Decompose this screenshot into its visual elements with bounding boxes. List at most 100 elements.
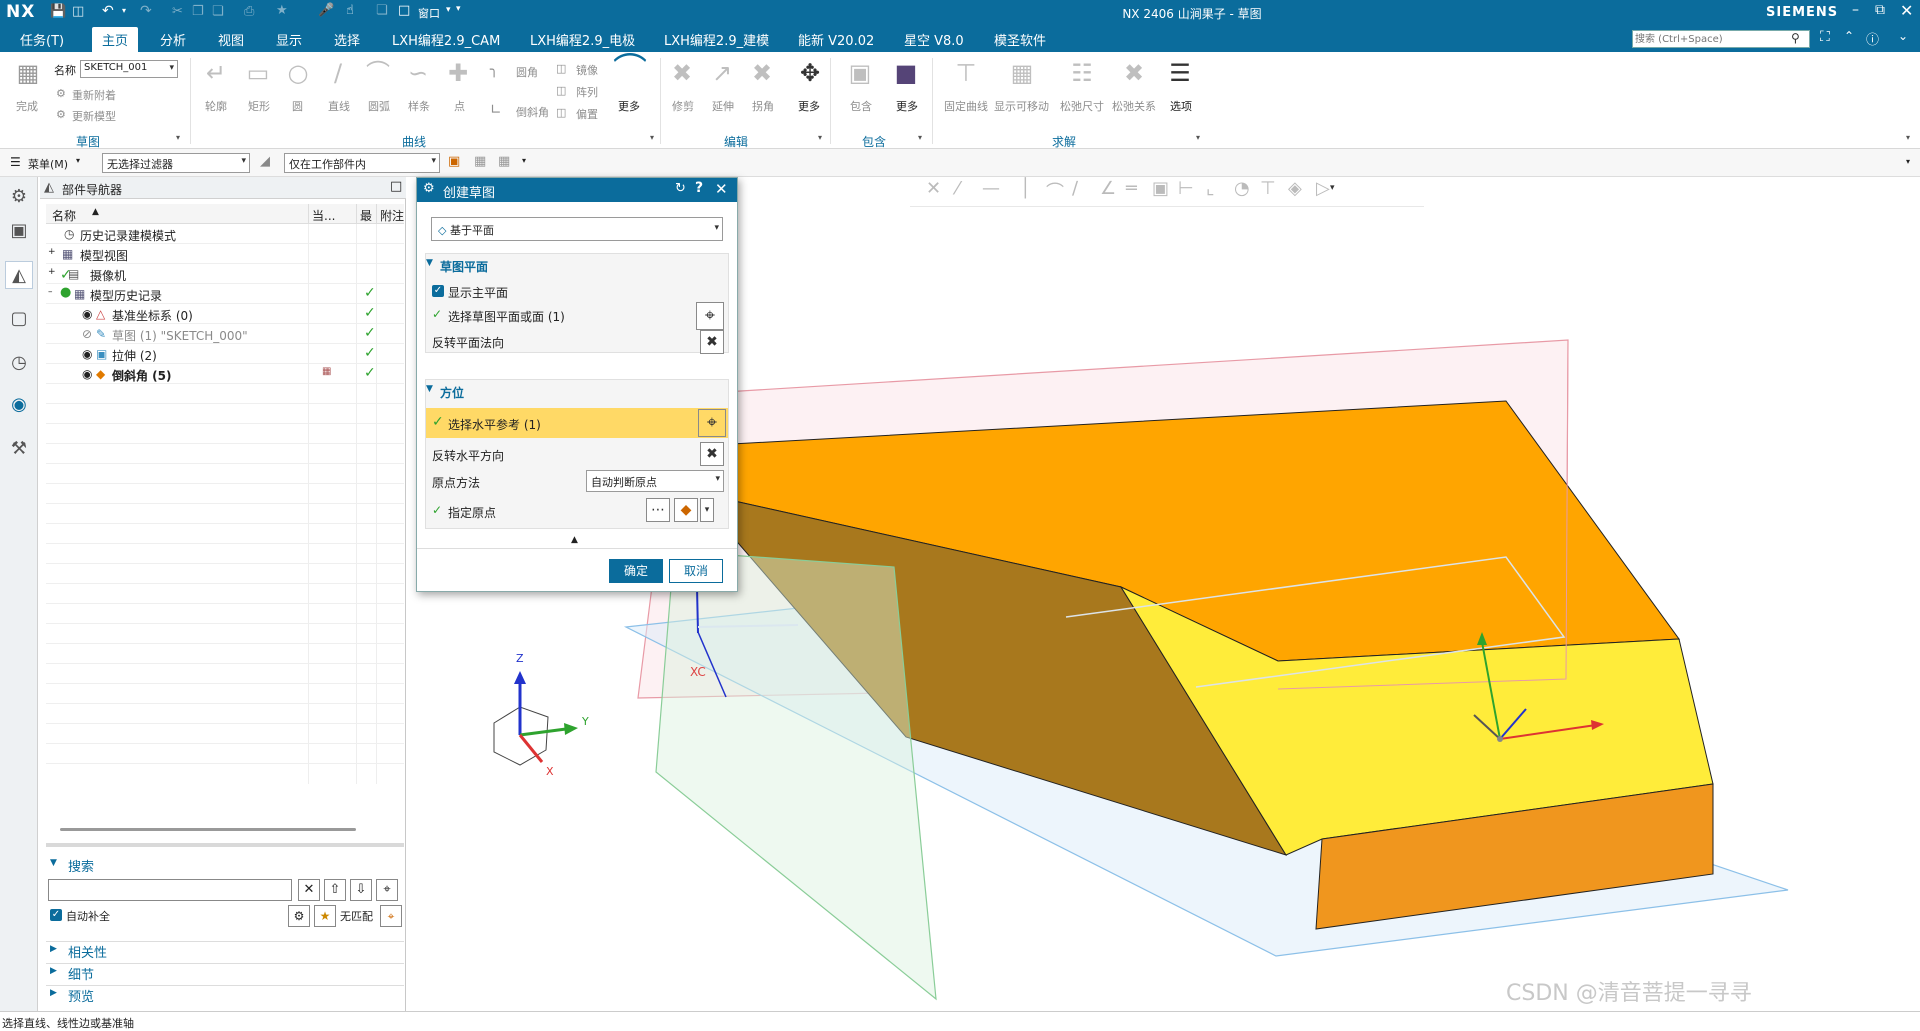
arc-label[interactable]: 圆弧	[368, 98, 390, 114]
reattach-label[interactable]: 重新附着	[72, 87, 116, 103]
ribbon-expand-icon[interactable]: ▾	[1906, 133, 1910, 142]
ok-button[interactable]: 确定	[609, 559, 663, 583]
search-locate-icon[interactable]: ⌖	[376, 879, 398, 901]
constraint-point-on-curve-icon[interactable]: ⌞	[1206, 178, 1222, 199]
spline-label[interactable]: 样条	[408, 98, 430, 114]
relations-toggle-icon[interactable]: ▶	[50, 944, 57, 954]
spline-icon[interactable]: ∽	[400, 58, 436, 88]
tree-row-model-history[interactable]: – ● ▦ 模型历史记录 ✓	[46, 284, 404, 304]
collapse-dialog-icon[interactable]: ▲	[571, 535, 578, 545]
fillet-label[interactable]: 圆角	[516, 64, 538, 80]
rectangle-label[interactable]: 矩形	[248, 98, 270, 114]
settings-gear-icon[interactable]: ⚙	[5, 183, 33, 211]
profile-label[interactable]: 轮廓	[205, 98, 227, 114]
section-collapse-icon[interactable]: ▼	[426, 384, 433, 394]
tab-lxh-modeling[interactable]: LXH编程2.9_建模	[664, 30, 769, 49]
tab-view[interactable]: 视图	[218, 30, 244, 49]
dialog-close-icon[interactable]: ✕	[715, 180, 728, 198]
constraint-perpendicular-icon[interactable]: ✕	[926, 178, 949, 199]
line-icon[interactable]: ∕	[320, 58, 356, 88]
details-toggle-icon[interactable]: ▶	[50, 966, 57, 976]
assembly-navigator-icon[interactable]: ▣	[5, 217, 33, 245]
search-section-title[interactable]: 搜索	[68, 856, 94, 875]
origin-method-select[interactable]: 自动判断原点 ▾	[586, 470, 724, 492]
select-plane-label[interactable]: 选择草图平面或面 (1)	[448, 308, 565, 325]
visibility-eye-icon[interactable]: ◉	[82, 307, 92, 321]
constraint-coincident-icon[interactable]: ⊢	[1178, 178, 1202, 199]
command-search-box[interactable]: ⚲	[1632, 30, 1810, 48]
more-include-icon[interactable]: ■	[888, 58, 924, 88]
trim-label[interactable]: 修剪	[672, 98, 694, 114]
options-label[interactable]: 选项	[1170, 98, 1192, 114]
expand-plus-icon[interactable]: +	[48, 267, 56, 277]
filter-icon[interactable]: ◢	[260, 154, 270, 169]
fix-curve-icon[interactable]: ⊤	[948, 58, 984, 88]
group-edit-expand-icon[interactable]: ▾	[818, 133, 822, 142]
tab-lxh-electrode[interactable]: LXH编程2.9_电极	[530, 30, 635, 49]
selection-more-icon[interactable]: ▾	[522, 156, 526, 165]
group-sketch-expand-icon[interactable]: ▾	[176, 133, 180, 142]
more-curve-icon[interactable]: ⌒	[612, 54, 648, 88]
navigator-search-input[interactable]	[48, 879, 292, 901]
constraint-horizontal-icon[interactable]: —	[982, 178, 1008, 199]
column-notes[interactable]: 附注	[380, 207, 404, 224]
selection-scope-select[interactable]: 仅在工作部件内 ▾	[284, 153, 440, 173]
corner-icon[interactable]: ✖	[744, 58, 780, 88]
relax-relation-icon[interactable]: ✖	[1116, 58, 1152, 88]
more-edit-icon[interactable]: ✥	[792, 58, 828, 88]
dialog-title-bar[interactable]: ⚙ 创建草图 ↻ ? ✕	[417, 178, 737, 202]
extend-label[interactable]: 延伸	[712, 98, 734, 114]
constraint-dropdown-icon[interactable]: ▾	[1330, 183, 1343, 193]
tab-nengxin[interactable]: 能新 V20.02	[798, 30, 874, 49]
include-icon[interactable]: ▣	[842, 58, 878, 88]
maximize-panel-icon[interactable]: □	[390, 179, 402, 194]
deselect-icon[interactable]: ▦	[498, 154, 510, 169]
relax-dimension-label[interactable]: 松弛尺寸	[1060, 98, 1104, 114]
tab-select[interactable]: 选择	[334, 30, 360, 49]
column-latest[interactable]: 最	[360, 207, 372, 224]
constraint-angle-icon[interactable]: ∠	[1100, 178, 1124, 199]
hidden-eye-icon[interactable]: ⊘	[82, 327, 92, 341]
sketch-type-select[interactable]: ◇ 基于平面 ▾	[431, 217, 723, 241]
horizontal-selector-crosshair-icon[interactable]: ⌖	[698, 409, 726, 437]
constraint-tangent-icon[interactable]: ⌒	[1046, 178, 1072, 204]
update-model-label[interactable]: 更新模型	[72, 108, 116, 124]
point-icon[interactable]: ✚	[440, 58, 476, 88]
close-icon[interactable]: ✕	[1900, 1, 1913, 20]
selection-bar-expand-icon[interactable]: ▾	[1906, 157, 1910, 166]
tree-row-cameras[interactable]: + ✓ ▤ 摄像机	[46, 264, 404, 284]
clear-search-icon[interactable]: ✕	[298, 879, 320, 901]
menu-icon[interactable]: ☰	[10, 155, 21, 169]
tab-home[interactable]: 主页	[92, 27, 139, 52]
group-solve-expand-icon[interactable]: ▾	[1196, 133, 1200, 142]
mirror-label[interactable]: 镜像	[576, 62, 598, 78]
fullscreen-icon[interactable]: ⛶	[1820, 29, 1830, 45]
collapse-minus-icon[interactable]: –	[48, 287, 53, 297]
menu-dropdown-icon[interactable]: ▾	[76, 156, 80, 165]
web-browser-icon[interactable]: ◉	[5, 391, 33, 419]
reset-icon[interactable]: ↻	[675, 181, 686, 196]
locate-result-icon[interactable]: ⌖	[380, 905, 402, 927]
selection-filter-select[interactable]: 无选择过滤器 ▾	[102, 153, 250, 173]
line-label[interactable]: 直线	[328, 98, 350, 114]
finish-sketch-label[interactable]: 完成	[16, 98, 38, 114]
tab-task[interactable]: 任务(T)	[20, 30, 64, 49]
more-include-label[interactable]: 更多	[896, 98, 918, 114]
inferred-point-icon[interactable]: ◆	[674, 498, 698, 522]
tree-row-chamfer[interactable]: ◉ ◆ 倒斜角 (5) ▦ ✓	[46, 364, 404, 384]
reuse-library-icon[interactable]: ▢	[5, 305, 33, 333]
tab-display[interactable]: 显示	[276, 30, 302, 49]
pattern-label[interactable]: 阵列	[576, 84, 598, 100]
constraint-midpoint-icon[interactable]: ▣	[1152, 178, 1177, 199]
plane-selector-crosshair-icon[interactable]: ⌖	[696, 302, 724, 330]
point-label[interactable]: 点	[454, 98, 465, 114]
preview-toggle-icon[interactable]: ▶	[50, 988, 57, 998]
include-label[interactable]: 包含	[850, 98, 872, 114]
constraint-vertical-icon[interactable]: │	[1020, 178, 1039, 199]
show-main-plane-checkbox[interactable]: ✓	[432, 285, 444, 297]
part-navigator-icon[interactable]: ◭	[5, 261, 33, 289]
show-movable-label[interactable]: 显示可移动	[994, 98, 1049, 114]
group-include-expand-icon[interactable]: ▾	[918, 133, 922, 142]
sketch-name-field[interactable]: SKETCH_001 ▾	[80, 60, 178, 78]
circle-label[interactable]: 圆	[292, 98, 303, 114]
